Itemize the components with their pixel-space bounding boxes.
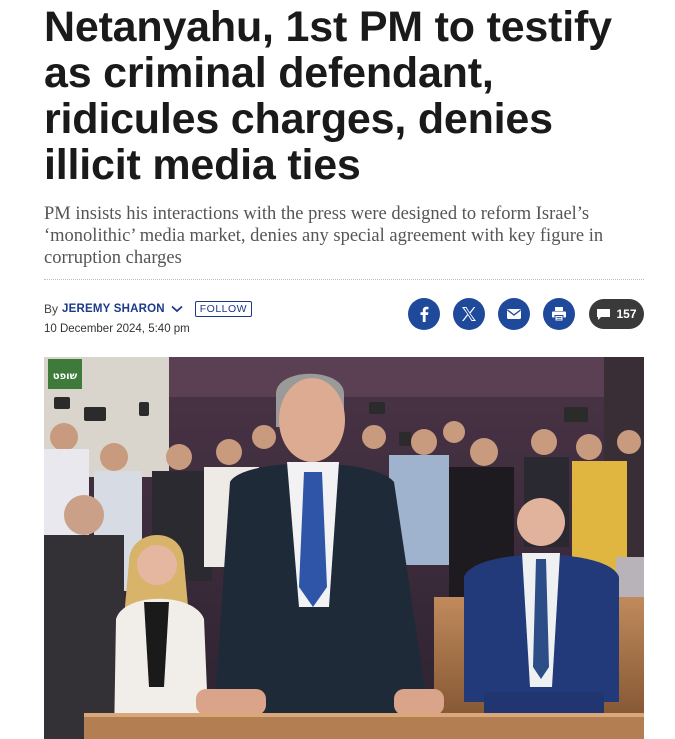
byline: By JEREMY SHARON FOLLOW (44, 300, 253, 318)
hero-photo: שופט (44, 357, 644, 739)
email-icon (507, 309, 521, 319)
publish-date: 10 December 2024, 5:40 pm (44, 323, 190, 335)
courtroom-sign: שופט (48, 359, 82, 389)
divider (44, 279, 644, 280)
print-button[interactable] (543, 298, 575, 330)
svg-text:שופט: שופט (53, 371, 78, 382)
follow-button[interactable]: FOLLOW (194, 301, 253, 317)
x-share-button[interactable] (453, 298, 485, 330)
headline: Netanyahu, 1st PM to testify as criminal… (44, 3, 612, 189)
author-link[interactable]: JEREMY SHARON (62, 303, 165, 315)
x-icon (462, 307, 476, 321)
email-share-button[interactable] (498, 298, 530, 330)
subheadline: PM insists his interactions with the pre… (44, 204, 604, 268)
comment-icon (597, 308, 611, 320)
facebook-share-button[interactable] (408, 298, 440, 330)
comments-button[interactable]: 157 (589, 299, 644, 329)
article: Netanyahu, 1st PM to testify as criminal… (0, 0, 675, 739)
chevron-down-icon[interactable] (171, 305, 183, 313)
comment-count: 157 (616, 307, 637, 321)
print-icon (552, 307, 566, 322)
facebook-icon (420, 306, 429, 322)
byline-prefix: By (44, 302, 59, 316)
